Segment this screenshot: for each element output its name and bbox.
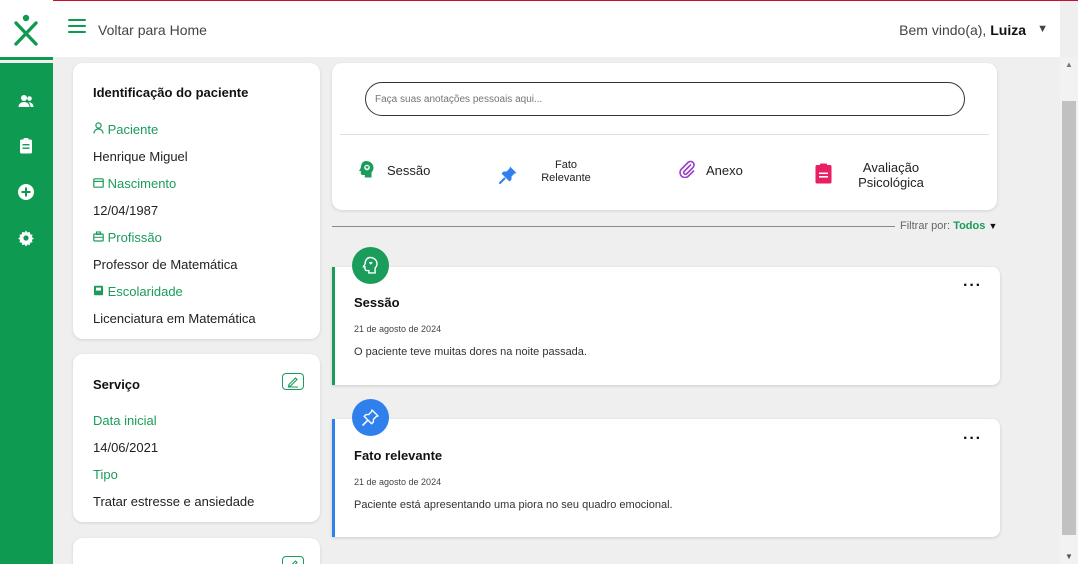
add-circle-icon[interactable] [17, 183, 35, 201]
notes-divider [340, 134, 989, 135]
patient-card-title: Identificação do paciente [93, 85, 249, 100]
pencil-icon [291, 560, 298, 564]
type-fact-label-line2: Relevante [541, 172, 591, 184]
filter-prefix: Filtrar por: [900, 220, 954, 232]
book-icon [94, 285, 103, 296]
entry-card: Fato relevante 21 de agosto de 2024 Paci… [332, 419, 1000, 537]
entry-text: O paciente teve muitas dores na noite pa… [354, 346, 587, 358]
person-icon [93, 122, 104, 134]
user-name: Luiza [990, 22, 1026, 38]
briefcase-icon [93, 231, 104, 242]
head-icon [359, 161, 374, 178]
filter-dropdown[interactable]: Filtrar por: Todos ▼ [900, 220, 997, 232]
birth-date: 12/04/1987 [93, 203, 159, 218]
users-icon[interactable] [17, 92, 35, 110]
entry-more-options-icon[interactable]: ··· [963, 277, 982, 295]
education-value: Licenciatura em Matemática [93, 311, 256, 326]
top-header: Voltar para Home Bem vindo(a), Luiza ▼ [0, 1, 1060, 57]
entry-date: 21 de agosto de 2024 [354, 324, 442, 334]
patient-label: Paciente [93, 122, 158, 137]
entry-card: Sessão 21 de agosto de 2024 O paciente t… [332, 267, 1000, 385]
settings-icon[interactable] [17, 229, 35, 247]
filter-divider [332, 226, 895, 227]
edit-service-button[interactable] [282, 373, 304, 390]
entry-more-options-icon[interactable]: ··· [963, 430, 982, 448]
paperclip-icon [679, 160, 695, 178]
clipboard-icon [815, 163, 832, 184]
entry-title: Fato relevante [354, 448, 443, 463]
service-type-label: Tipo [93, 467, 118, 482]
sidebar [0, 63, 53, 564]
service-type-value: Tratar estresse e ansiedade [93, 494, 255, 509]
relevant-fact-badge [352, 399, 389, 436]
user-menu-caret-icon[interactable]: ▼ [1037, 23, 1048, 35]
scroll-up-arrow-icon[interactable]: ▲ [1065, 60, 1073, 69]
entry-title: Sessão [354, 295, 400, 310]
notes-card: Sessão Fato Relevante Anexo Avaliação Ps… [332, 63, 997, 210]
entry-date: 21 de agosto de 2024 [354, 477, 442, 487]
patient-name: Henrique Miguel [93, 149, 188, 164]
birth-label: Nascimento [93, 176, 176, 191]
app-logo[interactable] [0, 0, 53, 60]
type-session-button[interactable]: Sessão [358, 160, 468, 184]
scroll-down-arrow-icon[interactable]: ▼ [1065, 552, 1073, 561]
type-eval-label-line2: Psicológica [858, 175, 924, 190]
service-card: Serviço Data inicial 14/06/2021 Tipo Tra… [73, 354, 320, 522]
type-eval-label-line1: Avaliação [862, 160, 920, 175]
welcome-prefix: Bem vindo(a), [899, 22, 991, 38]
type-psych-eval-button[interactable]: Avaliação Psicológica [815, 160, 965, 192]
type-attachment-button[interactable]: Anexo [678, 160, 788, 184]
service-card-title: Serviço [93, 377, 140, 392]
pin-icon [362, 409, 379, 426]
calendar-icon [93, 178, 104, 188]
vertical-scrollbar[interactable]: ▲ ▼ [1060, 57, 1078, 564]
start-date-label: Data inicial [93, 413, 157, 428]
start-date-value: 14/06/2021 [93, 440, 159, 455]
entry-text: Paciente está apresentando uma piora no … [354, 499, 673, 511]
pin-icon [499, 166, 517, 184]
job-label-text: Profissão [107, 230, 162, 245]
type-attachment-label: Anexo [706, 163, 743, 178]
third-card [73, 538, 320, 564]
filter-value: Todos [953, 220, 986, 232]
type-fact-label-line1: Fato [554, 159, 577, 171]
filter-caret-icon: ▼ [988, 221, 998, 231]
job-value: Professor de Matemática [93, 257, 238, 272]
patient-label-text: Paciente [107, 122, 159, 137]
type-session-label: Sessão [387, 163, 431, 178]
edit-third-card-button[interactable] [282, 556, 304, 564]
notes-input[interactable] [365, 82, 965, 116]
welcome-text: Bem vindo(a), Luiza [899, 22, 1026, 38]
patient-card: Identificação do paciente Paciente Henri… [73, 63, 320, 339]
education-label: Escolaridade [93, 284, 183, 299]
scrollbar-thumb[interactable] [1062, 101, 1076, 535]
birth-label-text: Nascimento [107, 176, 177, 191]
job-label: Profissão [93, 230, 162, 245]
hamburger-menu-icon[interactable] [68, 19, 86, 35]
session-badge [352, 247, 389, 284]
head-icon [362, 256, 378, 274]
pencil-icon [287, 377, 298, 388]
clipboard-icon[interactable] [17, 137, 35, 155]
back-home-link[interactable]: Voltar para Home [98, 22, 207, 38]
education-label-text: Escolaridade [107, 284, 183, 299]
type-relevant-fact-button[interactable]: Fato Relevante [499, 159, 609, 189]
